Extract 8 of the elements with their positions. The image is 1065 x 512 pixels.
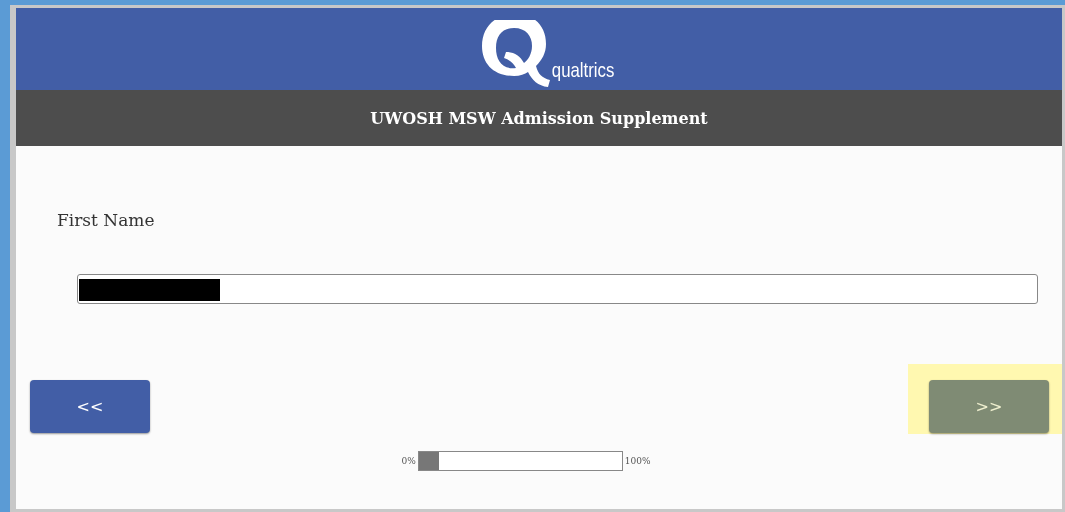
input-field[interactable]: [77, 274, 1038, 304]
survey-title: UWOSH MSW Admission Supplement: [370, 108, 708, 128]
question-label: First Name: [57, 210, 155, 230]
progress-start-label: 0%: [401, 456, 416, 466]
next-button[interactable]: >>: [929, 380, 1049, 433]
progress-end-label: 100%: [624, 456, 651, 466]
logo-wordmark: qualtrics: [551, 58, 615, 82]
back-button[interactable]: <<: [30, 380, 150, 433]
